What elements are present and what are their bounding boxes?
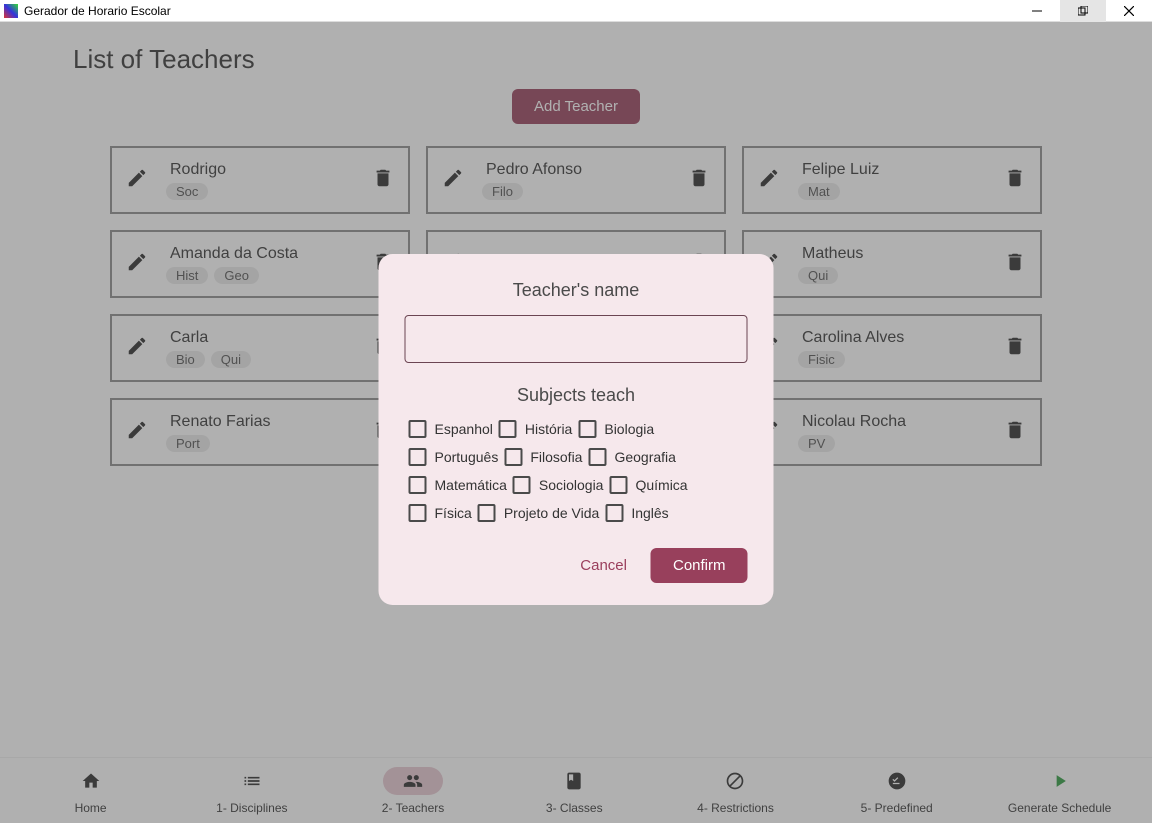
modal-name-label: Teacher's name xyxy=(405,280,748,301)
subject-checkbox[interactable]: Projeto de Vida xyxy=(478,504,599,522)
checkbox-icon xyxy=(513,476,531,494)
checkbox-icon xyxy=(609,476,627,494)
subject-checkbox[interactable]: Inglês xyxy=(605,504,668,522)
subject-checkbox[interactable]: História xyxy=(499,420,572,438)
subject-checkbox[interactable]: Filosofia xyxy=(504,448,582,466)
subject-checkbox[interactable]: Matemática xyxy=(409,476,507,494)
cancel-button[interactable]: Cancel xyxy=(570,549,637,582)
subject-label: Inglês xyxy=(631,505,668,521)
window-titlebar: Gerador de Horario Escolar xyxy=(0,0,1152,22)
close-button[interactable] xyxy=(1106,0,1152,22)
app-icon xyxy=(4,4,18,18)
checkbox-icon xyxy=(504,448,522,466)
subject-checkbox[interactable]: Química xyxy=(609,476,687,494)
subject-label: Biologia xyxy=(604,421,654,437)
subject-label: Português xyxy=(435,449,499,465)
checkbox-icon xyxy=(409,504,427,522)
window-title: Gerador de Horario Escolar xyxy=(24,4,171,18)
subject-label: Geografia xyxy=(614,449,675,465)
maximize-button[interactable] xyxy=(1060,0,1106,22)
subject-label: Projeto de Vida xyxy=(504,505,599,521)
checkbox-icon xyxy=(578,420,596,438)
add-teacher-modal: Teacher's name Subjects teach Espanhol Hi… xyxy=(379,254,774,605)
subject-checkbox[interactable]: Física xyxy=(409,504,472,522)
subject-label: Sociologia xyxy=(539,477,604,493)
checkbox-icon xyxy=(409,420,427,438)
subject-checkbox[interactable]: Português xyxy=(409,448,499,466)
subject-label: Física xyxy=(435,505,472,521)
subject-checkbox[interactable]: Biologia xyxy=(578,420,654,438)
checkbox-icon xyxy=(478,504,496,522)
confirm-button[interactable]: Confirm xyxy=(651,548,748,583)
subject-label: Química xyxy=(635,477,687,493)
teacher-name-input[interactable] xyxy=(405,315,748,363)
subject-label: História xyxy=(525,421,572,437)
subject-checkbox[interactable]: Sociologia xyxy=(513,476,604,494)
subject-checkbox[interactable]: Geografia xyxy=(588,448,675,466)
minimize-button[interactable] xyxy=(1014,0,1060,22)
subject-label: Espanhol xyxy=(435,421,493,437)
checkbox-icon xyxy=(409,476,427,494)
checkbox-icon xyxy=(409,448,427,466)
checkbox-icon xyxy=(499,420,517,438)
modal-subjects-label: Subjects teach xyxy=(405,385,748,406)
subject-label: Matemática xyxy=(435,477,507,493)
subject-checkbox[interactable]: Espanhol xyxy=(409,420,493,438)
checkbox-icon xyxy=(605,504,623,522)
subject-label: Filosofia xyxy=(530,449,582,465)
checkbox-icon xyxy=(588,448,606,466)
